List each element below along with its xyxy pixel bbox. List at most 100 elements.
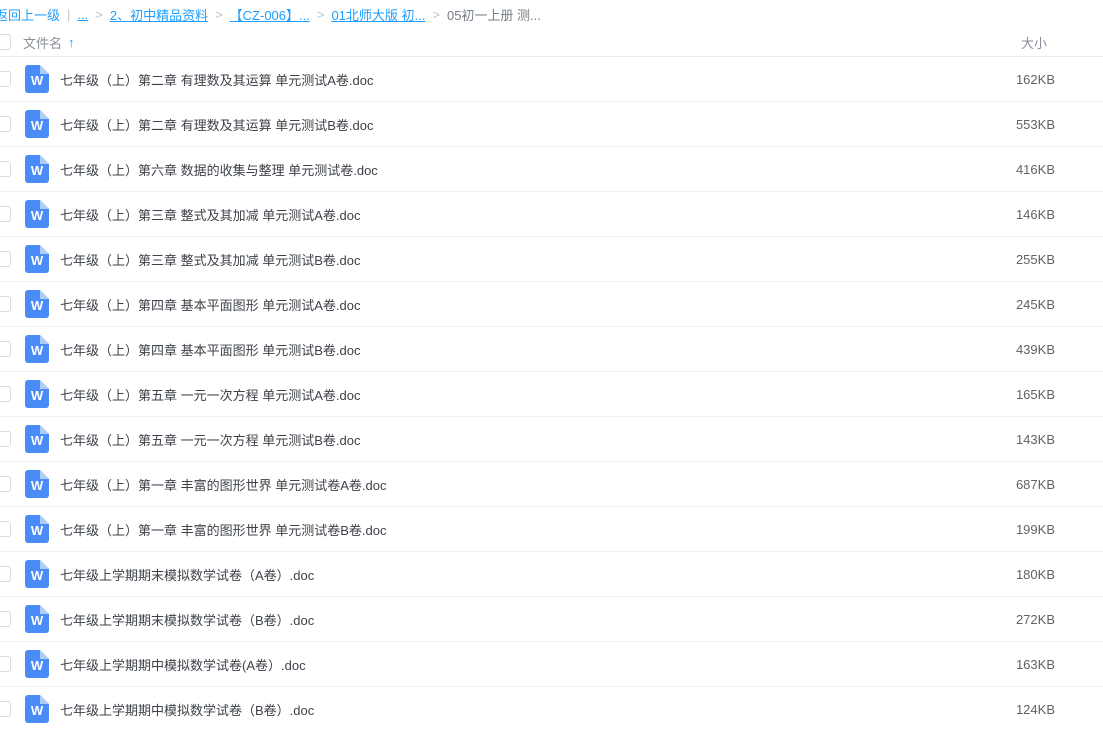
- word-doc-icon: W: [25, 515, 49, 543]
- file-size: 163KB: [1016, 657, 1103, 672]
- file-row[interactable]: W 七年级上学期期中模拟数学试卷（B卷）.doc 124KB: [0, 687, 1103, 731]
- breadcrumb-back-link[interactable]: 返回上一级: [0, 5, 60, 24]
- file-name[interactable]: 七年级（上）第四章 基本平面图形 单元测试A卷.doc: [60, 295, 360, 314]
- doc-icon-letter: W: [31, 657, 43, 672]
- column-header-filename[interactable]: 文件名: [23, 33, 62, 52]
- row-checkbox[interactable]: [0, 71, 11, 87]
- breadcrumb-item[interactable]: ...: [77, 7, 88, 22]
- doc-icon-letter: W: [31, 207, 43, 222]
- word-doc-icon: W: [25, 380, 49, 408]
- file-row[interactable]: W 七年级（上）第一章 丰富的图形世界 单元测试卷B卷.doc 199KB: [0, 507, 1103, 552]
- breadcrumb-separator: >: [317, 7, 325, 22]
- row-checkbox[interactable]: [0, 476, 11, 492]
- word-doc-icon: W: [25, 65, 49, 93]
- file-row[interactable]: W 七年级（上）第四章 基本平面图形 单元测试B卷.doc 439KB: [0, 327, 1103, 372]
- file-name[interactable]: 七年级上学期期末模拟数学试卷（A卷）.doc: [60, 565, 314, 584]
- row-checkbox[interactable]: [0, 656, 11, 672]
- word-doc-icon: W: [25, 560, 49, 588]
- word-doc-icon: W: [25, 695, 49, 723]
- file-size: 165KB: [1016, 387, 1103, 402]
- breadcrumb: 返回上一级 | ... >2、初中精品资料 > 【CZ-006】... >01北师大版 …: [0, 0, 1103, 28]
- file-row[interactable]: W 七年级（上）第五章 一元一次方程 单元测试A卷.doc 165KB: [0, 372, 1103, 417]
- word-doc-icon: W: [25, 425, 49, 453]
- doc-icon-letter: W: [31, 252, 43, 267]
- file-row[interactable]: W 七年级上学期期中模拟数学试卷(A卷）.doc 163KB: [0, 642, 1103, 687]
- file-name[interactable]: 七年级（上）第六章 数据的收集与整理 单元测试卷.doc: [60, 160, 378, 179]
- sort-ascending-icon[interactable]: ↑: [68, 35, 75, 50]
- row-checkbox[interactable]: [0, 611, 11, 627]
- file-name[interactable]: 七年级（上）第二章 有理数及其运算 单元测试A卷.doc: [60, 70, 373, 89]
- doc-icon-letter: W: [31, 117, 43, 132]
- file-row[interactable]: W 七年级（上）第二章 有理数及其运算 单元测试B卷.doc 553KB: [0, 102, 1103, 147]
- file-list: W 七年级（上）第二章 有理数及其运算 单元测试A卷.doc 162KB W 七…: [0, 57, 1103, 731]
- breadcrumb-current: 05初一上册 测...: [447, 5, 541, 24]
- file-size: 162KB: [1016, 72, 1103, 87]
- word-doc-icon: W: [25, 605, 49, 633]
- row-checkbox[interactable]: [0, 296, 11, 312]
- doc-icon-letter: W: [31, 297, 43, 312]
- row-checkbox[interactable]: [0, 521, 11, 537]
- file-size: 255KB: [1016, 252, 1103, 267]
- file-size: 687KB: [1016, 477, 1103, 492]
- file-name[interactable]: 七年级（上）第五章 一元一次方程 单元测试B卷.doc: [60, 430, 360, 449]
- row-checkbox[interactable]: [0, 116, 11, 132]
- doc-icon-letter: W: [31, 522, 43, 537]
- row-checkbox[interactable]: [0, 386, 11, 402]
- file-row[interactable]: W 七年级（上）第五章 一元一次方程 单元测试B卷.doc 143KB: [0, 417, 1103, 462]
- breadcrumb-item[interactable]: 【CZ-006】...: [230, 5, 310, 24]
- word-doc-icon: W: [25, 650, 49, 678]
- breadcrumb-item[interactable]: 2、初中精品资料: [110, 5, 208, 24]
- file-row[interactable]: W 七年级上学期期末模拟数学试卷（B卷）.doc 272KB: [0, 597, 1103, 642]
- doc-icon-letter: W: [31, 702, 43, 717]
- doc-icon-letter: W: [31, 72, 43, 87]
- file-name[interactable]: 七年级上学期期中模拟数学试卷(A卷）.doc: [60, 655, 306, 674]
- file-row[interactable]: W 七年级（上）第一章 丰富的图形世界 单元测试卷A卷.doc 687KB: [0, 462, 1103, 507]
- file-name[interactable]: 七年级上学期期末模拟数学试卷（B卷）.doc: [60, 610, 314, 629]
- file-row[interactable]: W 七年级（上）第三章 整式及其加减 单元测试A卷.doc 146KB: [0, 192, 1103, 237]
- file-size: 143KB: [1016, 432, 1103, 447]
- file-row[interactable]: W 七年级（上）第四章 基本平面图形 单元测试A卷.doc 245KB: [0, 282, 1103, 327]
- row-checkbox[interactable]: [0, 701, 11, 717]
- row-checkbox[interactable]: [0, 566, 11, 582]
- breadcrumb-separator: >: [432, 7, 440, 22]
- file-size: 124KB: [1016, 702, 1103, 717]
- doc-icon-letter: W: [31, 567, 43, 582]
- doc-icon-letter: W: [31, 387, 43, 402]
- select-all-checkbox[interactable]: [0, 34, 11, 50]
- doc-icon-letter: W: [31, 342, 43, 357]
- file-manager-page: 返回上一级 | ... >2、初中精品资料 > 【CZ-006】... >01北师大版 …: [0, 0, 1103, 731]
- row-checkbox[interactable]: [0, 431, 11, 447]
- doc-icon-letter: W: [31, 612, 43, 627]
- file-size: 272KB: [1016, 612, 1103, 627]
- file-size: 146KB: [1016, 207, 1103, 222]
- doc-icon-letter: W: [31, 477, 43, 492]
- breadcrumb-pipe-separator: |: [67, 7, 70, 22]
- doc-icon-letter: W: [31, 162, 43, 177]
- file-name[interactable]: 七年级（上）第一章 丰富的图形世界 单元测试卷B卷.doc: [60, 520, 386, 539]
- file-row[interactable]: W 七年级（上）第二章 有理数及其运算 单元测试A卷.doc 162KB: [0, 57, 1103, 102]
- file-name[interactable]: 七年级（上）第五章 一元一次方程 单元测试A卷.doc: [60, 385, 360, 404]
- file-name[interactable]: 七年级（上）第四章 基本平面图形 单元测试B卷.doc: [60, 340, 360, 359]
- file-list-header: 文件名 ↑ 大小: [0, 28, 1103, 57]
- file-size: 416KB: [1016, 162, 1103, 177]
- file-row[interactable]: W 七年级上学期期末模拟数学试卷（A卷）.doc 180KB: [0, 552, 1103, 597]
- word-doc-icon: W: [25, 470, 49, 498]
- file-size: 439KB: [1016, 342, 1103, 357]
- file-row[interactable]: W 七年级（上）第三章 整式及其加减 单元测试B卷.doc 255KB: [0, 237, 1103, 282]
- column-header-size[interactable]: 大小: [1021, 33, 1103, 52]
- row-checkbox[interactable]: [0, 206, 11, 222]
- file-size: 199KB: [1016, 522, 1103, 537]
- word-doc-icon: W: [25, 290, 49, 318]
- file-name[interactable]: 七年级（上）第一章 丰富的图形世界 单元测试卷A卷.doc: [60, 475, 386, 494]
- breadcrumb-item[interactable]: 01北师大版 初...: [331, 5, 425, 24]
- row-checkbox[interactable]: [0, 251, 11, 267]
- file-name[interactable]: 七年级（上）第三章 整式及其加减 单元测试A卷.doc: [60, 205, 360, 224]
- file-name[interactable]: 七年级（上）第二章 有理数及其运算 单元测试B卷.doc: [60, 115, 373, 134]
- file-name[interactable]: 七年级上学期期中模拟数学试卷（B卷）.doc: [60, 700, 314, 719]
- word-doc-icon: W: [25, 335, 49, 363]
- file-row[interactable]: W 七年级（上）第六章 数据的收集与整理 单元测试卷.doc 416KB: [0, 147, 1103, 192]
- row-checkbox[interactable]: [0, 161, 11, 177]
- file-name[interactable]: 七年级（上）第三章 整式及其加减 单元测试B卷.doc: [60, 250, 360, 269]
- breadcrumb-separator: >: [95, 7, 103, 22]
- row-checkbox[interactable]: [0, 341, 11, 357]
